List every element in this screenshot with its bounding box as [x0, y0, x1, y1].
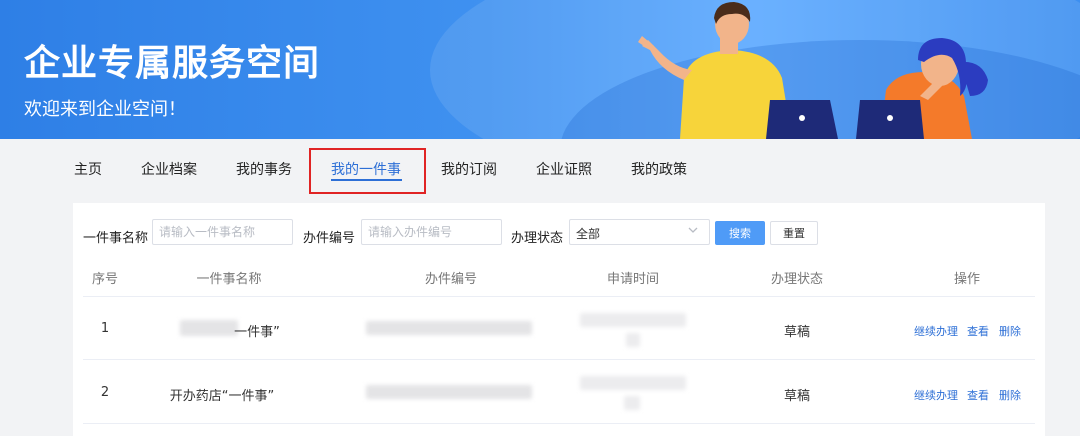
status-select-value: 全部 — [576, 227, 601, 241]
redacted-time-line2 — [626, 333, 640, 347]
redacted-time-line2 — [624, 396, 640, 410]
column-header-name: 一件事名称 — [196, 272, 262, 287]
redacted-time-line1 — [580, 376, 686, 390]
continue-button[interactable]: 继续办理 — [914, 387, 958, 403]
redacted-time-line1 — [580, 313, 686, 327]
column-header-status: 办理状态 — [770, 272, 824, 287]
row-status: 草稿 — [783, 389, 811, 404]
name-filter-label: 一件事名称 — [83, 231, 149, 246]
nav-item-home[interactable]: 主页 — [74, 159, 102, 179]
column-header-index: 序号 — [91, 272, 119, 287]
delete-button[interactable]: 删除 — [999, 323, 1021, 339]
laptop-right — [856, 100, 924, 139]
name-filter-input[interactable] — [152, 219, 293, 245]
annotation-highlight-box — [309, 148, 426, 194]
row-index: 2 — [100, 385, 110, 400]
code-filter-label: 办件编号 — [303, 231, 356, 246]
reset-button[interactable]: 重置 — [770, 221, 818, 245]
status-select[interactable]: 全部 — [569, 219, 710, 245]
status-filter-label: 办理状态 — [511, 231, 564, 246]
search-button[interactable]: 搜索 — [715, 221, 765, 245]
redacted-code — [366, 385, 532, 399]
row-divider — [83, 423, 1035, 424]
nav-item-enterprise-licenses[interactable]: 企业证照 — [536, 159, 592, 179]
laptop-left — [766, 100, 838, 139]
column-header-time: 申请时间 — [606, 272, 660, 287]
banner: 企业专属服务空间 欢迎来到企业空间！ — [0, 0, 1080, 139]
banner-subtitle: 欢迎来到企业空间！ — [24, 99, 186, 120]
continue-button[interactable]: 继续办理 — [914, 323, 958, 339]
row-index: 1 — [100, 321, 110, 336]
row-name: 一件事” — [234, 325, 280, 340]
chevron-down-icon — [688, 227, 698, 233]
nav-item-my-subscriptions[interactable]: 我的订阅 — [441, 159, 497, 179]
banner-title: 企业专属服务空间 — [24, 43, 321, 84]
nav-item-enterprise-archive[interactable]: 企业档案 — [141, 159, 197, 179]
column-header-code: 办件编号 — [424, 272, 478, 287]
redacted-name-prefix — [180, 320, 238, 336]
header-divider — [83, 296, 1035, 297]
row-name: 开办药店“一件事” — [169, 389, 275, 404]
view-button[interactable]: 查看 — [967, 387, 989, 403]
people-with-laptops-illustration — [638, 2, 988, 139]
delete-button[interactable]: 删除 — [999, 387, 1021, 403]
nav-item-my-policies[interactable]: 我的政策 — [631, 159, 687, 179]
redacted-code — [366, 321, 532, 335]
column-header-actions: 操作 — [953, 272, 981, 287]
nav-item-my-affairs[interactable]: 我的事务 — [236, 159, 292, 179]
view-button[interactable]: 查看 — [967, 323, 989, 339]
row-status: 草稿 — [783, 325, 811, 340]
row-divider — [83, 359, 1035, 360]
code-filter-input[interactable] — [361, 219, 502, 245]
